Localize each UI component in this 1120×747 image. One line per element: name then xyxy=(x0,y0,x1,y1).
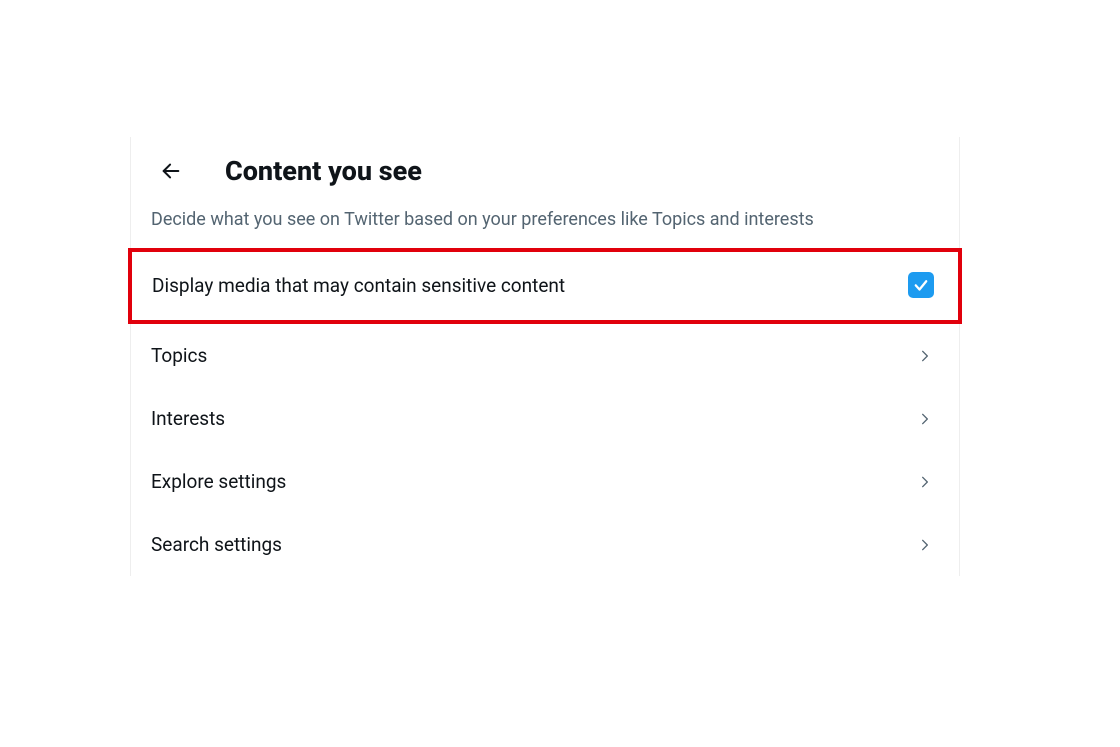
nav-item-interests[interactable]: Interests xyxy=(131,387,959,450)
sensitive-content-checkbox[interactable] xyxy=(908,272,934,298)
highlight-annotation: Display media that may contain sensitive… xyxy=(128,248,962,324)
back-button[interactable] xyxy=(153,153,189,189)
chevron-right-icon xyxy=(915,346,935,366)
page-description: Decide what you see on Twitter based on … xyxy=(131,209,959,248)
nav-label: Explore settings xyxy=(151,470,286,493)
chevron-right-icon xyxy=(915,535,935,555)
chevron-right-icon xyxy=(915,472,935,492)
nav-label: Interests xyxy=(151,407,225,430)
nav-label: Topics xyxy=(151,344,207,367)
sensitive-content-setting[interactable]: Display media that may contain sensitive… xyxy=(132,252,958,320)
arrow-left-icon xyxy=(160,160,182,182)
setting-label: Display media that may contain sensitive… xyxy=(152,274,565,297)
check-icon xyxy=(912,276,930,294)
settings-panel: Content you see Decide what you see on T… xyxy=(130,137,960,576)
nav-item-topics[interactable]: Topics xyxy=(131,324,959,387)
page-title: Content you see xyxy=(225,155,422,187)
chevron-right-icon xyxy=(915,409,935,429)
header-row: Content you see xyxy=(131,137,959,209)
nav-item-explore-settings[interactable]: Explore settings xyxy=(131,450,959,513)
nav-label: Search settings xyxy=(151,533,282,556)
nav-item-search-settings[interactable]: Search settings xyxy=(131,513,959,576)
